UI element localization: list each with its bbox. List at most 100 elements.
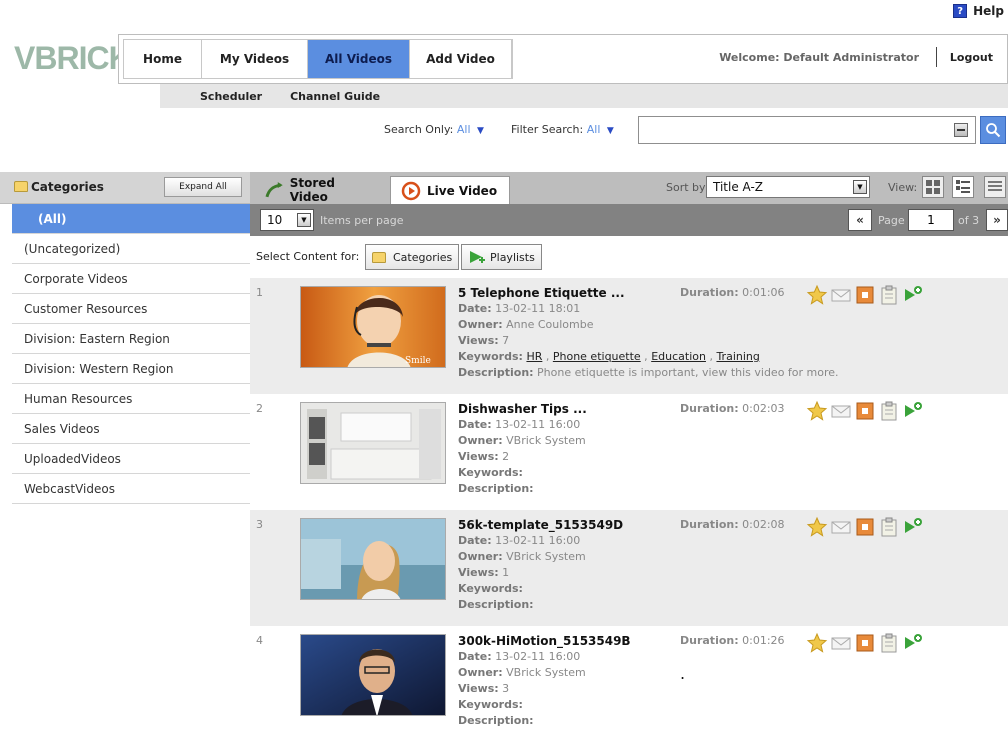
video-keywords: Keywords: <box>458 698 523 711</box>
category-item[interactable]: Division: Eastern Region <box>12 324 250 354</box>
next-page-button[interactable]: » <box>986 209 1008 231</box>
row-actions <box>806 400 924 422</box>
category-item[interactable]: Division: Western Region <box>12 354 250 384</box>
video-thumbnail[interactable] <box>300 518 446 600</box>
tab-stored-video[interactable]: Stored Video <box>254 176 386 204</box>
favorite-star-icon[interactable] <box>806 400 828 422</box>
playlists-button[interactable]: Playlists <box>461 244 542 270</box>
video-keywords: Keywords: <box>458 582 523 595</box>
category-item[interactable]: Customer Resources <box>12 294 250 324</box>
email-icon[interactable] <box>830 632 852 654</box>
divider <box>936 47 937 67</box>
clipboard-icon[interactable] <box>878 284 900 306</box>
keyword-link[interactable]: HR <box>526 350 542 363</box>
clipboard-icon[interactable] <box>878 516 900 538</box>
items-per-page-select[interactable]: 10 ▼ <box>260 209 314 231</box>
video-title[interactable]: 5 Telephone Etiquette ... <box>458 286 625 300</box>
search-icon <box>986 123 1001 138</box>
category-item[interactable]: (Uncategorized) <box>12 234 250 264</box>
email-icon[interactable] <box>830 516 852 538</box>
chevron-down-icon: ▼ <box>297 213 311 227</box>
detail-view-icon[interactable] <box>952 176 974 198</box>
download-icon[interactable] <box>854 284 876 306</box>
video-thumbnail[interactable] <box>300 402 446 484</box>
list-view-icon[interactable] <box>984 176 1006 198</box>
category-item[interactable]: WebcastVideos <box>12 474 250 504</box>
add-to-playlist-icon[interactable] <box>902 284 924 306</box>
video-title[interactable]: 56k-template_5153549D <box>458 518 623 532</box>
nav-my-videos[interactable]: My Videos <box>202 40 308 78</box>
category-item[interactable]: Corporate Videos <box>12 264 250 294</box>
video-row: 4 300k-HiMotion_5153549B Date: 13-02-11 … <box>250 626 1008 736</box>
video-title[interactable]: 300k-HiMotion_5153549B <box>458 634 631 648</box>
search-only-dropdown[interactable]: Search Only: All ▼ <box>384 123 484 136</box>
video-thumbnail[interactable] <box>300 634 446 716</box>
favorite-star-icon[interactable] <box>806 516 828 538</box>
categories-header: Categories Expand All <box>0 172 250 204</box>
download-icon[interactable] <box>854 516 876 538</box>
clipboard-icon[interactable] <box>878 632 900 654</box>
nav-all-videos[interactable]: All Videos <box>308 40 410 78</box>
video-date: Date: 13-02-11 16:00 <box>458 534 581 547</box>
download-icon[interactable] <box>854 632 876 654</box>
prev-page-button[interactable]: « <box>848 209 872 231</box>
logout-link[interactable]: Logout <box>950 51 993 64</box>
tab-live-video[interactable]: Live Video <box>390 176 510 204</box>
category-item[interactable]: Sales Videos <box>12 414 250 444</box>
video-views: Views: 1 <box>458 566 510 579</box>
download-icon[interactable] <box>854 400 876 422</box>
nav-add-video[interactable]: Add Video <box>410 40 512 78</box>
favorite-star-icon[interactable] <box>806 632 828 654</box>
row-number: 1 <box>256 286 263 299</box>
video-keywords: Keywords: <box>458 466 523 479</box>
video-tabbar: Stored Video Live Video Sort by: Title A… <box>250 172 1008 204</box>
video-title[interactable]: Dishwasher Tips ... <box>458 402 587 416</box>
email-icon[interactable] <box>830 284 852 306</box>
video-description: Description: <box>458 714 534 727</box>
folder-icon <box>14 181 28 192</box>
page-number-input[interactable] <box>908 209 954 231</box>
video-list: 1 Smile 5 Telephone Etiquette ... Date: … <box>250 278 1008 736</box>
video-views: Views: 2 <box>458 450 510 463</box>
categories-button[interactable]: Categories <box>365 244 460 270</box>
select-content-bar: Select Content for: Categories Playlists <box>250 236 1008 278</box>
favorite-star-icon[interactable] <box>806 284 828 306</box>
video-row: 2 Dishwasher Tips ... Date: 13-02-11 16:… <box>250 394 1008 510</box>
main-nav: Home My Videos All Videos Add Video <box>123 39 513 79</box>
keyword-link[interactable]: Education <box>651 350 706 363</box>
chevron-down-icon: ▼ <box>606 126 614 136</box>
video-duration: Duration: 0:02:08 <box>680 518 785 531</box>
video-views: Views: 3 <box>458 682 510 695</box>
video-thumbnail[interactable]: Smile <box>300 286 446 368</box>
page-count: of 3 <box>958 214 980 227</box>
category-item[interactable]: (All) <box>12 204 250 234</box>
stored-video-icon <box>265 182 283 198</box>
add-to-playlist-icon[interactable] <box>902 632 924 654</box>
expand-all-button[interactable]: Expand All <box>164 177 242 197</box>
clear-search-icon[interactable] <box>954 123 968 137</box>
video-duration: Duration: 0:01:06 <box>680 286 785 299</box>
pagination-bar: 10 ▼ Items per page « Page of 3 » <box>250 204 1008 236</box>
video-duration: Duration: 0:02:03 <box>680 402 785 415</box>
video-row: 1 Smile 5 Telephone Etiquette ... Date: … <box>250 278 1008 394</box>
subnav-scheduler[interactable]: Scheduler <box>200 90 262 103</box>
grid-view-icon[interactable] <box>922 176 944 198</box>
sort-select[interactable]: Title A-Z ▼ <box>706 176 870 198</box>
keyword-link[interactable]: Training <box>716 350 759 363</box>
keyword-link[interactable]: Phone etiquette <box>553 350 641 363</box>
nav-home[interactable]: Home <box>124 40 202 78</box>
filter-search-dropdown[interactable]: Filter Search: All ▼ <box>511 123 614 136</box>
add-to-playlist-icon[interactable] <box>902 516 924 538</box>
search-button[interactable] <box>980 116 1006 144</box>
search-input[interactable] <box>638 116 976 144</box>
add-to-playlist-icon[interactable] <box>902 400 924 422</box>
clipboard-icon[interactable] <box>878 400 900 422</box>
category-list: (All) (Uncategorized) Corporate Videos C… <box>12 204 250 504</box>
video-duration: Duration: 0:01:26 <box>680 634 785 647</box>
category-item[interactable]: UploadedVideos <box>12 444 250 474</box>
categories-title: Categories <box>14 180 104 194</box>
category-item[interactable]: Human Resources <box>12 384 250 414</box>
email-icon[interactable] <box>830 400 852 422</box>
row-number: 2 <box>256 402 263 415</box>
subnav-channel-guide[interactable]: Channel Guide <box>290 90 380 103</box>
